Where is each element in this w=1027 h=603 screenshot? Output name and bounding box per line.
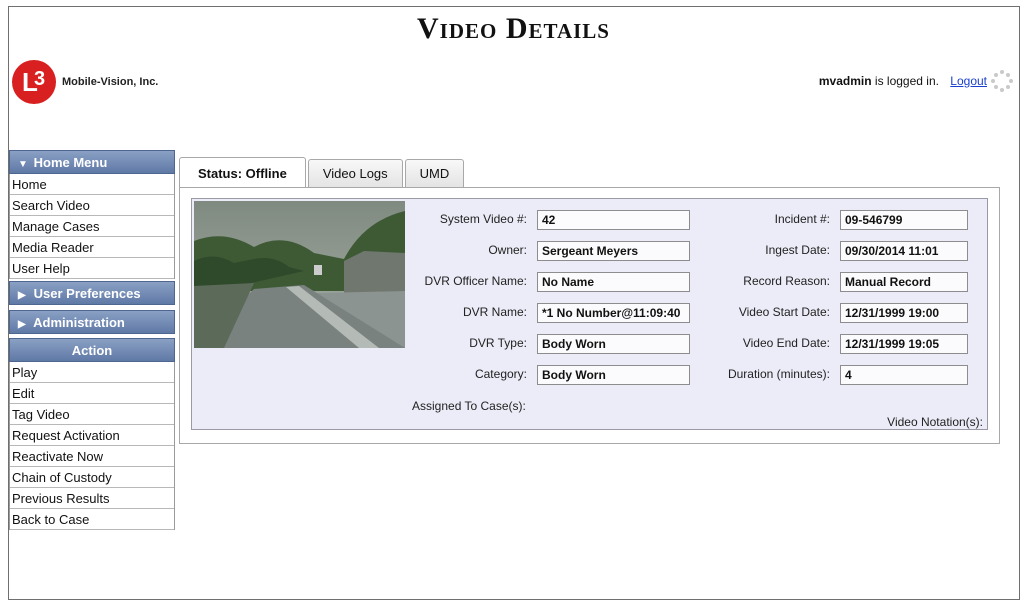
login-status-text: is logged in. bbox=[874, 74, 939, 88]
video-end-field: 12/31/1999 19:05 bbox=[840, 334, 968, 354]
triangle-right-icon: ▶ bbox=[18, 290, 26, 301]
action-tag-video[interactable]: Tag Video bbox=[10, 404, 174, 425]
field-label-system-video: System Video #: bbox=[439, 212, 527, 226]
action-reactivate-now[interactable]: Reactivate Now bbox=[10, 446, 174, 467]
field-label-ingest-date: Ingest Date: bbox=[765, 243, 830, 257]
tab-video-logs[interactable]: Video Logs bbox=[307, 159, 403, 188]
l3-logo-icon: L3 bbox=[12, 60, 56, 104]
dvr-type-field: Body Worn bbox=[537, 334, 690, 354]
video-thumbnail[interactable] bbox=[194, 201, 405, 348]
record-reason-field: Manual Record bbox=[840, 272, 968, 292]
action-previous-results[interactable]: Previous Results bbox=[10, 488, 174, 509]
dvr-officer-field: No Name bbox=[537, 272, 690, 292]
sidebar-item-manage-cases[interactable]: Manage Cases bbox=[10, 216, 174, 237]
tab-status[interactable]: Status: Offline bbox=[179, 157, 306, 188]
incident-field: 09-546799 bbox=[840, 210, 968, 230]
tab-umd[interactable]: UMD bbox=[404, 159, 465, 188]
field-label-video-start: Video Start Date: bbox=[738, 305, 830, 319]
duration-field: 4 bbox=[840, 365, 968, 385]
details-inner: System Video #: 42 Owner: Sergeant Meyer… bbox=[191, 198, 988, 430]
sidebar-item-home[interactable]: Home bbox=[10, 174, 174, 195]
field-label-dvr-officer: DVR Officer Name: bbox=[424, 274, 527, 288]
loading-spinner-icon bbox=[991, 70, 1013, 92]
home-menu-header[interactable]: ▼ Home Menu bbox=[9, 150, 175, 174]
brand-name: Mobile-Vision, Inc. bbox=[62, 76, 159, 88]
field-label-category: Category: bbox=[474, 367, 527, 381]
details-panel: System Video #: 42 Owner: Sergeant Meyer… bbox=[179, 187, 1000, 444]
dvr-name-field: *1 No Number@11:09:40 bbox=[537, 303, 690, 323]
system-video-field: 42 bbox=[537, 210, 690, 230]
assigned-to-cases-label: Assigned To Case(s): bbox=[412, 399, 526, 413]
category-field: Body Worn bbox=[537, 365, 690, 385]
field-label-video-end: Video End Date: bbox=[742, 336, 830, 350]
action-menu-header: Action bbox=[9, 338, 175, 362]
tab-bar: Status: Offline Video Logs UMD bbox=[179, 157, 466, 188]
field-label-owner: Owner: bbox=[488, 243, 527, 257]
field-label-dvr-type: DVR Type: bbox=[469, 336, 527, 350]
ingest-date-field: 09/30/2014 11:01 bbox=[840, 241, 968, 261]
action-play[interactable]: Play bbox=[10, 362, 174, 383]
action-back-to-case[interactable]: Back to Case bbox=[10, 509, 174, 530]
login-status: mvadmin is logged in. Logout bbox=[819, 74, 987, 88]
action-menu-list: Play Edit Tag Video Request Activation R… bbox=[9, 362, 175, 530]
field-label-dvr-name: DVR Name: bbox=[462, 305, 527, 319]
owner-field: Sergeant Meyers bbox=[537, 241, 690, 261]
video-start-field: 12/31/1999 19:00 bbox=[840, 303, 968, 323]
user-preferences-header[interactable]: ▶ User Preferences bbox=[9, 281, 175, 305]
field-label-duration: Duration (minutes): bbox=[727, 367, 830, 381]
logout-link[interactable]: Logout bbox=[950, 74, 987, 88]
sidebar-item-media-reader[interactable]: Media Reader bbox=[10, 237, 174, 258]
video-thumbnail-image bbox=[194, 201, 405, 348]
page-title: Video Details bbox=[417, 12, 610, 45]
field-label-record-reason: Record Reason: bbox=[743, 274, 830, 288]
triangle-right-icon: ▶ bbox=[18, 319, 26, 330]
video-notations-label: Video Notation(s): bbox=[887, 415, 983, 429]
username: mvadmin bbox=[818, 74, 872, 88]
sidebar: ▼ Home Menu Home Search Video Manage Cas… bbox=[9, 150, 175, 530]
sidebar-item-user-help[interactable]: User Help bbox=[10, 258, 174, 279]
action-edit[interactable]: Edit bbox=[10, 383, 174, 404]
action-chain-of-custody[interactable]: Chain of Custody bbox=[10, 467, 174, 488]
field-label-incident: Incident #: bbox=[774, 212, 830, 226]
administration-header[interactable]: ▶ Administration bbox=[9, 310, 175, 334]
sidebar-item-search-video[interactable]: Search Video bbox=[10, 195, 174, 216]
action-request-activation[interactable]: Request Activation bbox=[10, 425, 174, 446]
home-menu-list: Home Search Video Manage Cases Media Rea… bbox=[9, 174, 175, 279]
brand-logo: L3 Mobile-Vision, Inc. bbox=[12, 60, 158, 104]
